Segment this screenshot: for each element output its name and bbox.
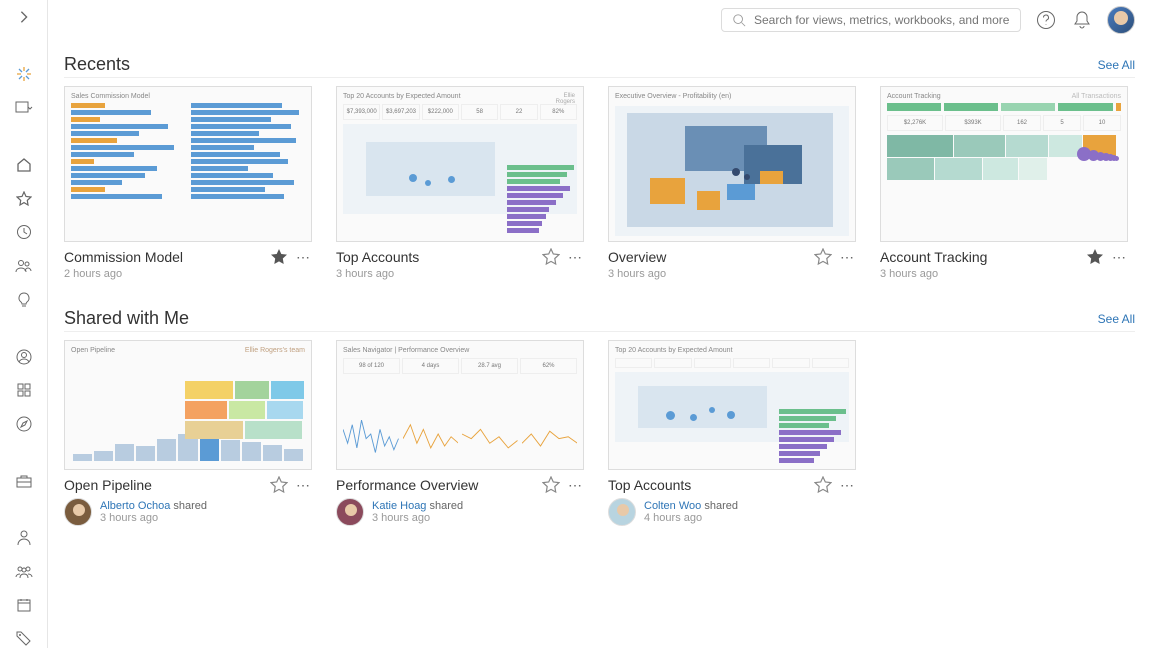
card-timestamp: 3 hours ago xyxy=(880,268,1128,280)
favorite-star-icon[interactable] xyxy=(814,476,832,494)
shared-avatar[interactable] xyxy=(64,498,92,526)
content-area: Recents See All Sales Commission Model xyxy=(48,40,1151,648)
users-icon[interactable] xyxy=(12,257,36,275)
favorite-star-icon[interactable] xyxy=(814,248,832,266)
card-title[interactable]: Account Tracking xyxy=(880,249,987,265)
card-title[interactable]: Top Accounts xyxy=(336,249,419,265)
lightbulb-icon[interactable] xyxy=(12,291,36,309)
card-thumbnail[interactable]: Sales Navigator | Performance Overview 9… xyxy=(336,340,584,470)
favorite-star-icon[interactable] xyxy=(270,476,288,494)
more-icon[interactable]: ⋯ xyxy=(296,249,312,266)
left-rail xyxy=(0,0,48,648)
card-thumbnail[interactable]: Executive Overview - Profitability (en) xyxy=(608,86,856,242)
main-pane: Recents See All Sales Commission Model xyxy=(48,0,1151,648)
shared-avatar[interactable] xyxy=(336,498,364,526)
search-box[interactable] xyxy=(721,8,1021,32)
grid-icon[interactable] xyxy=(12,381,36,399)
profile-avatar[interactable] xyxy=(1107,6,1135,34)
sparkle-logo-icon[interactable] xyxy=(12,65,36,83)
window-dropdown-icon[interactable] xyxy=(12,99,36,117)
card-account-tracking: Account Tracking All Transactions $2,276… xyxy=(880,86,1128,280)
more-icon[interactable]: ⋯ xyxy=(568,477,584,494)
tag-icon[interactable] xyxy=(12,630,36,648)
recents-see-all-link[interactable]: See All xyxy=(1098,58,1135,72)
chevron-right-icon[interactable] xyxy=(12,8,36,26)
more-icon[interactable]: ⋯ xyxy=(840,477,856,494)
favorite-star-icon[interactable] xyxy=(542,476,560,494)
card-timestamp: 3 hours ago xyxy=(372,512,463,524)
clock-icon[interactable] xyxy=(12,223,36,241)
card-thumbnail[interactable]: Open Pipeline Ellie Rogers's team xyxy=(64,340,312,470)
card-title[interactable]: Commission Model xyxy=(64,249,183,265)
more-icon[interactable]: ⋯ xyxy=(1112,249,1128,266)
card-title[interactable]: Open Pipeline xyxy=(64,477,152,493)
more-icon[interactable]: ⋯ xyxy=(296,477,312,494)
shared-see-all-link[interactable]: See All xyxy=(1098,312,1135,326)
recents-header: Recents See All xyxy=(64,54,1135,78)
card-title[interactable]: Overview xyxy=(608,249,666,265)
shared-title: Shared with Me xyxy=(64,308,189,329)
favorite-star-icon[interactable] xyxy=(1086,248,1104,266)
star-icon[interactable] xyxy=(12,190,36,208)
recents-title: Recents xyxy=(64,54,130,75)
card-commission-model: Sales Commission Model Commission Model xyxy=(64,86,312,280)
card-open-pipeline: Open Pipeline Ellie Rogers's team Open P… xyxy=(64,340,312,526)
card-thumbnail[interactable]: Top 20 Accounts by Expected Amount xyxy=(608,340,856,470)
card-timestamp: 2 hours ago xyxy=(64,268,312,280)
card-thumbnail[interactable]: Account Tracking All Transactions $2,276… xyxy=(880,86,1128,242)
card-top-accounts: Top 20 Accounts by Expected Amount Ellie… xyxy=(336,86,584,280)
compass-icon[interactable] xyxy=(12,415,36,433)
shared-name-link[interactable]: Katie Hoag xyxy=(372,500,426,512)
card-timestamp: 3 hours ago xyxy=(608,268,856,280)
bell-icon[interactable] xyxy=(1071,9,1093,31)
shared-name-link[interactable]: Alberto Ochoa xyxy=(100,500,170,512)
search-icon xyxy=(732,13,746,27)
more-icon[interactable]: ⋯ xyxy=(568,249,584,266)
shared-cards: Open Pipeline Ellie Rogers's team Open P… xyxy=(64,340,1135,526)
card-performance-overview: Sales Navigator | Performance Overview 9… xyxy=(336,340,584,526)
card-top-accounts-shared: Top 20 Accounts by Expected Amount Top xyxy=(608,340,856,526)
card-timestamp: 4 hours ago xyxy=(644,512,738,524)
shared-avatar[interactable] xyxy=(608,498,636,526)
card-overview: Executive Overview - Profitability (en) xyxy=(608,86,856,280)
card-title[interactable]: Performance Overview xyxy=(336,477,478,493)
recents-cards: Sales Commission Model Commission Model xyxy=(64,86,1135,280)
more-icon[interactable]: ⋯ xyxy=(840,249,856,266)
user-circle-icon[interactable] xyxy=(12,348,36,366)
calendar-icon[interactable] xyxy=(12,597,36,615)
group-icon[interactable] xyxy=(12,563,36,581)
home-icon[interactable] xyxy=(12,156,36,174)
top-bar xyxy=(48,0,1151,40)
favorite-star-icon[interactable] xyxy=(270,248,288,266)
card-title[interactable]: Top Accounts xyxy=(608,477,691,493)
search-input[interactable] xyxy=(754,13,1010,27)
favorite-star-icon[interactable] xyxy=(542,248,560,266)
briefcase-icon[interactable] xyxy=(12,472,36,490)
help-icon[interactable] xyxy=(1035,9,1057,31)
shared-header: Shared with Me See All xyxy=(64,308,1135,332)
shared-name-link[interactable]: Colten Woo xyxy=(644,500,701,512)
person-icon[interactable] xyxy=(12,529,36,547)
card-thumbnail[interactable]: Top 20 Accounts by Expected Amount Ellie… xyxy=(336,86,584,242)
card-timestamp: 3 hours ago xyxy=(336,268,584,280)
card-thumbnail[interactable]: Sales Commission Model xyxy=(64,86,312,242)
card-timestamp: 3 hours ago xyxy=(100,512,207,524)
